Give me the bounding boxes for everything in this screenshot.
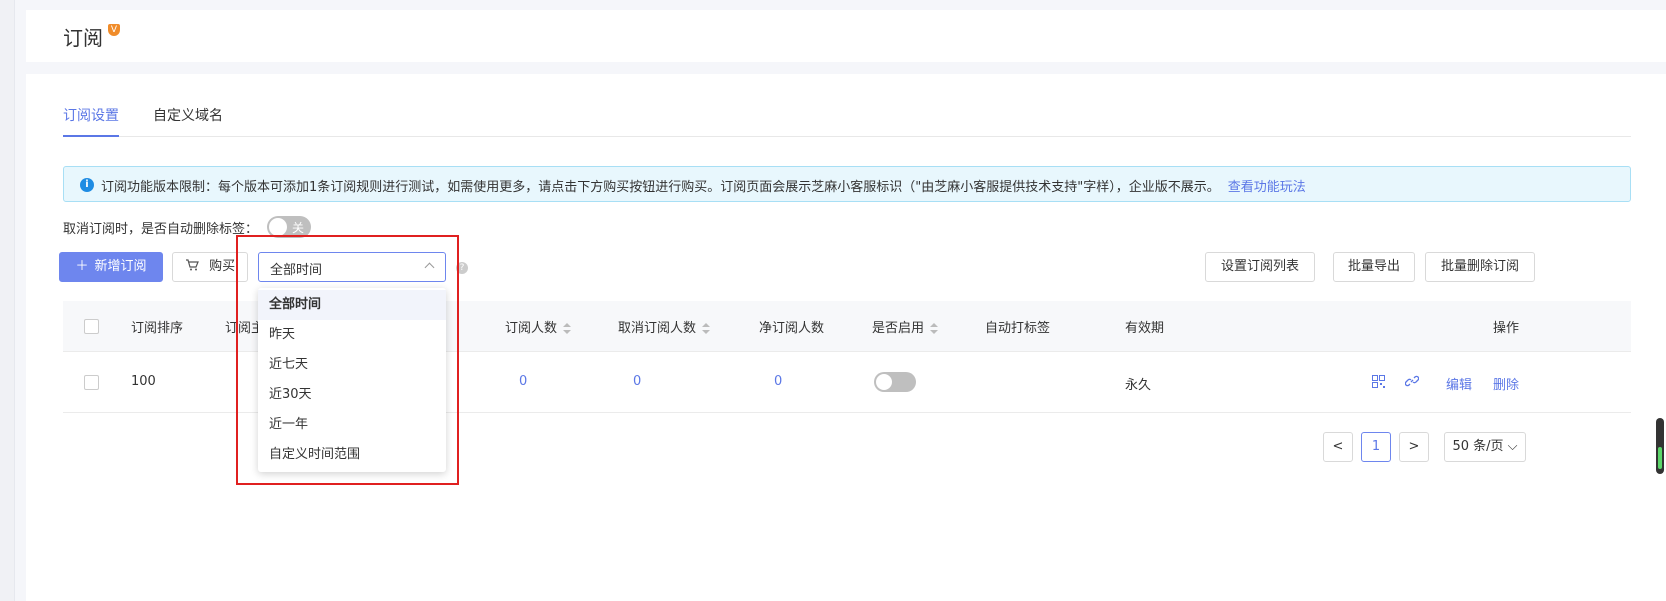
col-order: 订阅排序 bbox=[131, 321, 184, 336]
plus-icon: ＋ bbox=[75, 259, 89, 274]
set-subscription-list-button[interactable]: 设置订阅列表 bbox=[1205, 252, 1315, 282]
row-order: 100 bbox=[131, 374, 156, 389]
buy-button[interactable]: 购买 bbox=[172, 252, 248, 282]
view-feature-link[interactable]: 查看功能玩法 bbox=[1228, 180, 1306, 195]
batch-delete-button[interactable]: 批量删除订阅 bbox=[1425, 252, 1535, 282]
add-subscription-button[interactable]: ＋ 新增订阅 bbox=[59, 252, 163, 282]
row-validity: 永久 bbox=[1125, 378, 1152, 393]
row-checkbox[interactable] bbox=[84, 375, 99, 390]
row-net[interactable]: 0 bbox=[774, 374, 782, 389]
option-yesterday[interactable]: 昨天 bbox=[258, 320, 446, 350]
sort-icon bbox=[563, 322, 572, 335]
option-last-7-days[interactable]: 近七天 bbox=[258, 350, 446, 380]
option-all-time[interactable]: 全部时间 bbox=[258, 290, 446, 320]
col-enabled[interactable]: 是否启用 bbox=[872, 317, 939, 336]
switch-knob bbox=[269, 218, 287, 236]
buy-label: 购买 bbox=[209, 259, 236, 274]
cart-icon bbox=[185, 259, 203, 274]
vip-badge-icon: V bbox=[108, 24, 120, 36]
edit-link[interactable]: 编辑 bbox=[1446, 374, 1472, 393]
auto-delete-switch[interactable]: 关 bbox=[267, 216, 311, 238]
left-rail bbox=[0, 0, 15, 601]
row-enabled-switch[interactable] bbox=[874, 372, 916, 392]
col-enabled-label: 是否启用 bbox=[872, 321, 925, 336]
col-net: 净订阅人数 bbox=[759, 321, 825, 336]
page-title: 订阅 bbox=[63, 26, 103, 50]
qrcode-icon[interactable] bbox=[1372, 375, 1385, 388]
select-all-checkbox[interactable] bbox=[84, 319, 99, 334]
notice-banner: i 订阅功能版本限制：每个版本可添加1条订阅规则进行测试，如需使用更多，请点击下… bbox=[63, 166, 1631, 202]
auto-delete-label: 取消订阅时，是否自动删除标签： bbox=[63, 222, 259, 237]
col-unsubscribers-label: 取消订阅人数 bbox=[618, 321, 697, 336]
sort-icon bbox=[702, 322, 711, 335]
page-size-select[interactable]: 50 条/页 ⌵ bbox=[1444, 432, 1526, 462]
info-icon: i bbox=[80, 178, 94, 192]
add-subscription-label: 新增订阅 bbox=[94, 259, 147, 274]
col-subscribers-label: 订阅人数 bbox=[505, 321, 558, 336]
delete-link[interactable]: 删除 bbox=[1493, 374, 1519, 393]
next-page-button[interactable]: > bbox=[1399, 432, 1429, 462]
chevron-up-icon bbox=[424, 262, 435, 273]
col-validity: 有效期 bbox=[1125, 321, 1165, 336]
row-subscribers[interactable]: 0 bbox=[519, 374, 527, 389]
option-custom-range[interactable]: 自定义时间范围 bbox=[258, 440, 446, 470]
chevron-down-icon: ⌵ bbox=[1507, 439, 1518, 454]
switch-knob bbox=[876, 374, 892, 390]
help-icon[interactable]: ? bbox=[456, 262, 468, 274]
col-auto-tag: 自动打标签 bbox=[985, 321, 1051, 336]
tab-custom-domain[interactable]: 自定义域名 bbox=[153, 105, 223, 125]
page-size-value: 50 条/页 bbox=[1452, 439, 1504, 454]
scrollbar-thumb[interactable] bbox=[1658, 447, 1662, 469]
notice-message: 订阅功能版本限制：每个版本可添加1条订阅规则进行测试，如需使用更多，请点击下方购… bbox=[101, 180, 1220, 195]
notice-text: 订阅功能版本限制：每个版本可添加1条订阅规则进行测试，如需使用更多，请点击下方购… bbox=[101, 176, 1306, 195]
time-filter-value: 全部时间 bbox=[270, 263, 323, 278]
time-filter-dropdown: 全部时间 昨天 近七天 近30天 近一年 自定义时间范围 bbox=[258, 288, 446, 472]
batch-export-button[interactable]: 批量导出 bbox=[1333, 252, 1415, 282]
time-filter-select[interactable]: 全部时间 bbox=[258, 252, 446, 282]
tab-bar: 订阅设置 自定义域名 bbox=[63, 96, 1631, 137]
option-last-30-days[interactable]: 近30天 bbox=[258, 380, 446, 410]
col-subscribers[interactable]: 订阅人数 bbox=[505, 317, 572, 336]
option-last-year[interactable]: 近一年 bbox=[258, 410, 446, 440]
switch-text: 关 bbox=[291, 221, 304, 235]
col-unsubscribers[interactable]: 取消订阅人数 bbox=[618, 317, 711, 336]
header-card: 订阅 V bbox=[26, 10, 1666, 62]
col-actions: 操作 bbox=[1493, 321, 1520, 336]
row-unsubscribers[interactable]: 0 bbox=[633, 374, 641, 389]
link-icon[interactable] bbox=[1404, 374, 1420, 387]
page-1-button[interactable]: 1 bbox=[1361, 432, 1391, 462]
tab-subscription-settings[interactable]: 订阅设置 bbox=[63, 105, 119, 137]
main-card: 订阅设置 自定义域名 i 订阅功能版本限制：每个版本可添加1条订阅规则进行测试，… bbox=[26, 74, 1666, 601]
prev-page-button[interactable]: < bbox=[1323, 432, 1353, 462]
sort-icon bbox=[930, 322, 939, 335]
